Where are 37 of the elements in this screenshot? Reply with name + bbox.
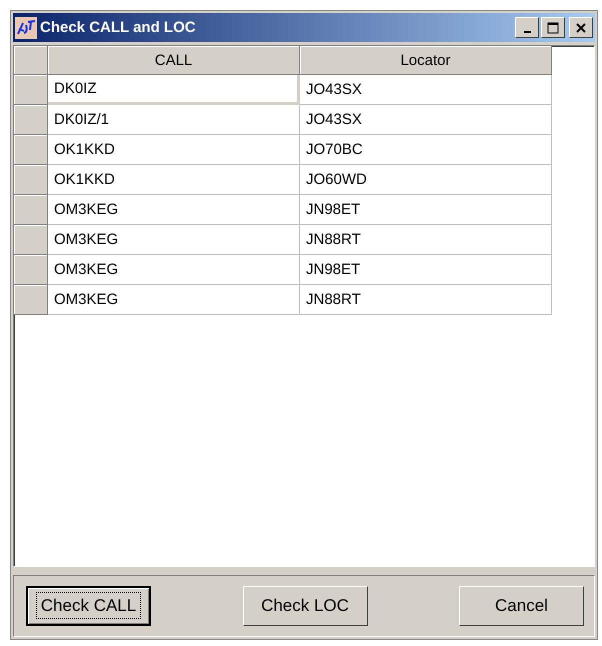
table-cell[interactable]: JN88RT [300,285,552,315]
close-icon [575,22,587,34]
dialog-button[interactable]: Check CALL [26,586,151,626]
dialog-button[interactable]: Cancel [459,586,584,626]
dialog-button[interactable]: Check LOC [242,586,368,626]
row-indicator[interactable] [14,135,48,165]
row-indicator[interactable] [14,285,48,315]
row-indicator[interactable] [14,75,48,105]
app-icon [15,16,37,38]
table-cell[interactable]: OM3KEG [48,255,300,285]
table-cell[interactable]: OM3KEG [48,225,300,255]
table-cell[interactable]: OK1KKD [48,135,300,165]
column-header[interactable]: CALL [48,46,300,75]
row-indicator[interactable] [14,105,48,135]
table-cell[interactable]: JO70BC [300,135,552,165]
maximize-icon [547,22,559,34]
row-indicator[interactable] [14,225,48,255]
table-cell[interactable]: DK0IZ/1 [48,105,300,135]
minimize-button[interactable] [515,17,539,38]
table-cell[interactable]: DK0IZ [48,75,300,105]
table-cell[interactable]: JO43SX [300,75,552,105]
table-cell[interactable]: JO43SX [300,105,552,135]
table-cell[interactable]: OM3KEG [48,285,300,315]
column-header[interactable]: Locator [300,46,552,75]
row-indicator[interactable] [14,165,48,195]
table-cell[interactable]: OK1KKD [48,165,300,195]
close-button[interactable] [569,17,593,38]
table-cell[interactable]: OM3KEG [48,195,300,225]
table-cell[interactable]: JO60WD [300,165,552,195]
table-cell[interactable]: JN98ET [300,255,552,285]
table-cell[interactable]: JN88RT [300,225,552,255]
row-indicator[interactable] [14,195,48,225]
table-cell[interactable]: JN98ET [300,195,552,225]
maximize-button[interactable] [541,17,565,38]
minimize-icon [524,30,530,32]
row-indicator[interactable] [14,255,48,285]
window-title: Check CALL and LOC [40,19,196,36]
